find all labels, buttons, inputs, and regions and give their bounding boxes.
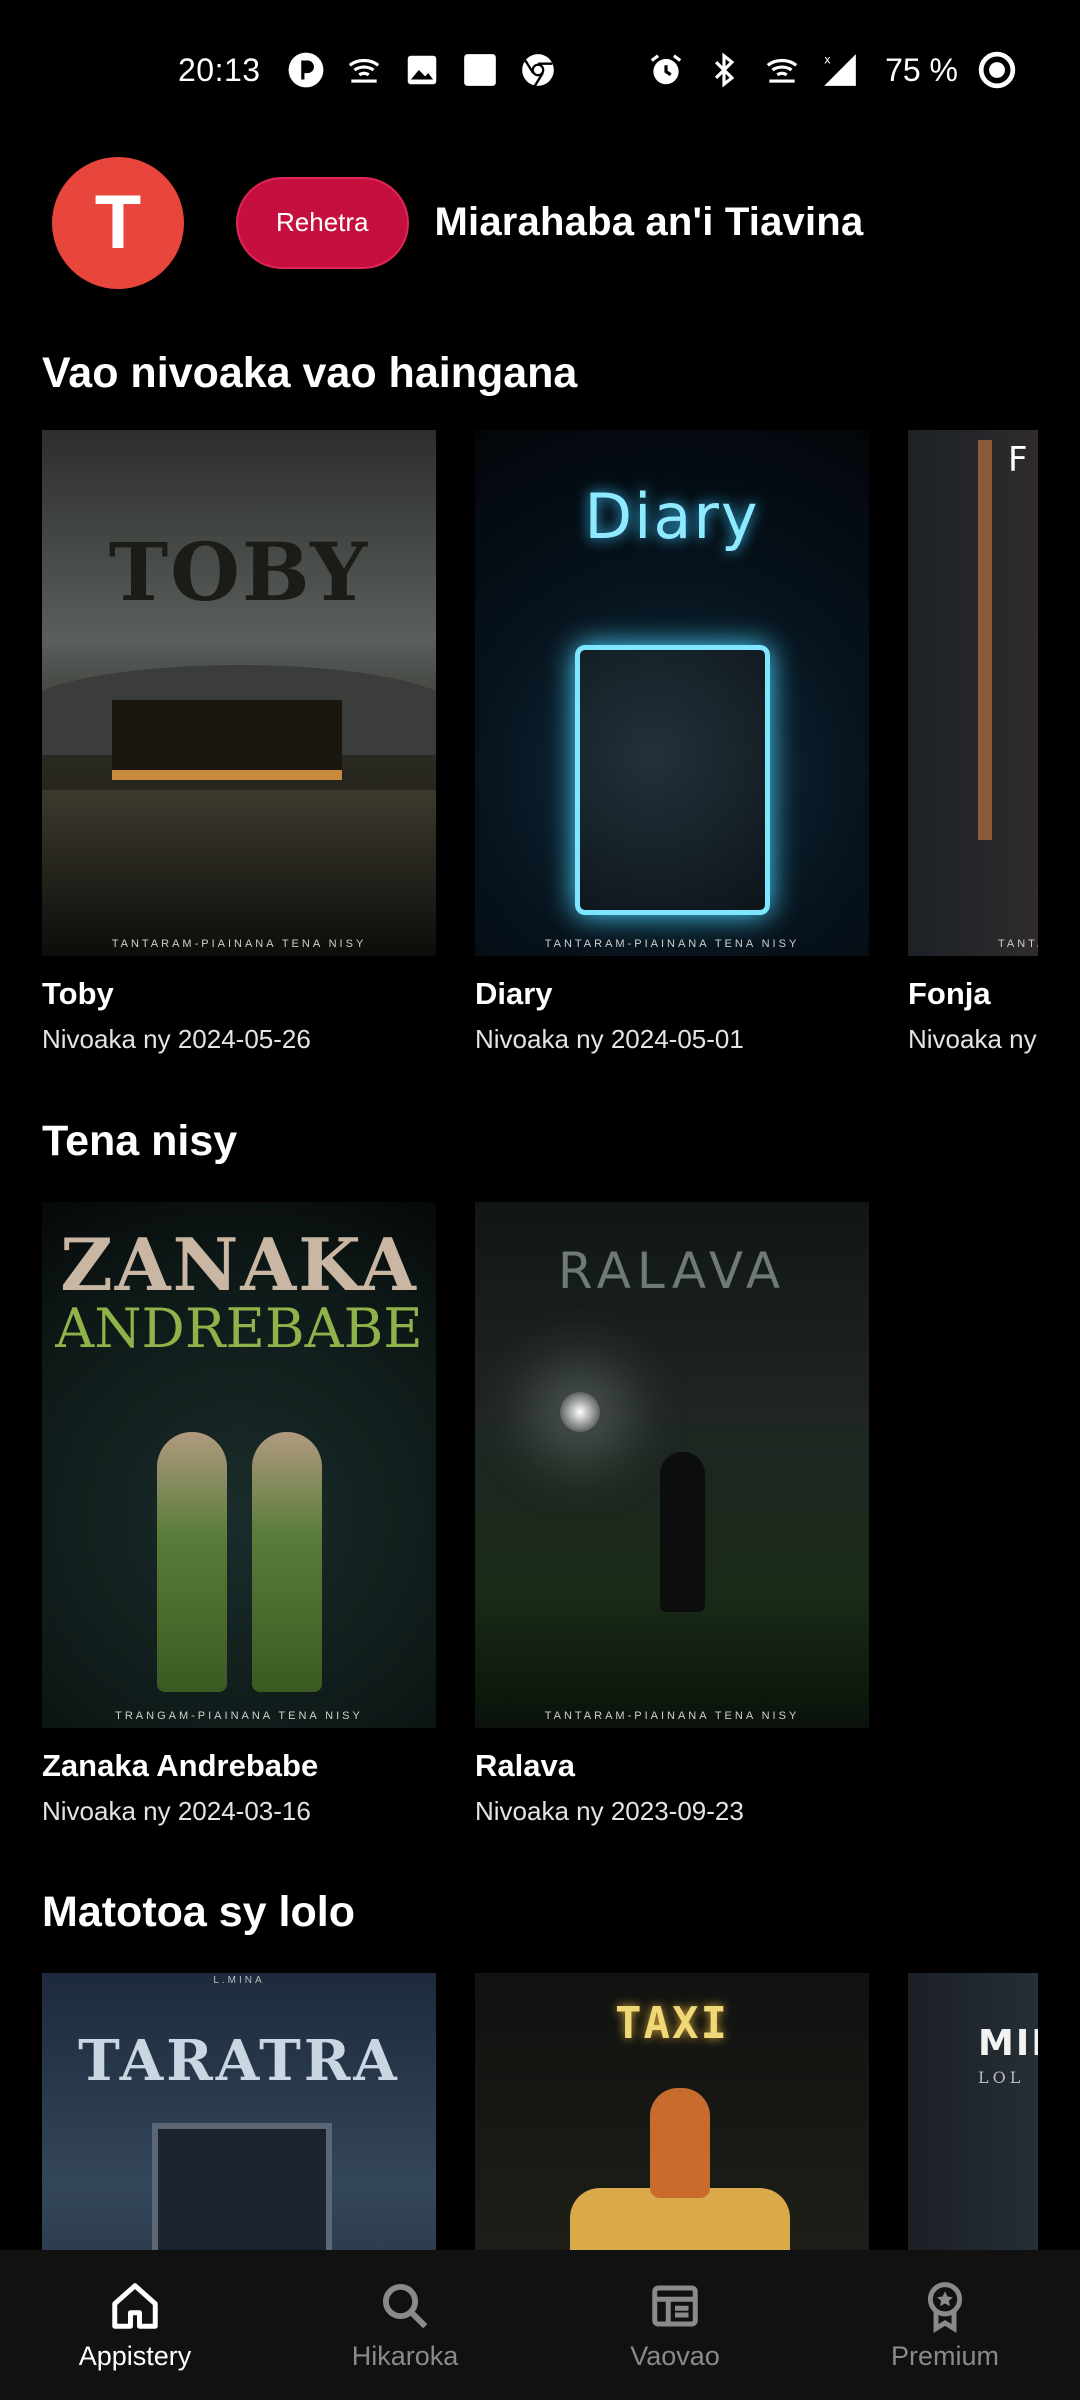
battery-ring-icon bbox=[978, 51, 1016, 89]
cover-subtitle-text: ANDREBABE bbox=[55, 1297, 423, 1360]
status-bar-right: x 75 % bbox=[647, 51, 1016, 89]
cover-imprint: TRANGAM-PIAINANA TENA NISY bbox=[115, 1710, 363, 1722]
book-carousel[interactable]: L.MINA TARATRA TAXI MIF LOL bbox=[42, 1973, 1038, 2255]
cover-author-mark: L.MINA bbox=[213, 1975, 265, 1986]
section-title: Vao nivoaka vao haingana bbox=[42, 349, 578, 397]
book-release-date: Nivoaka ny 2024-05- bbox=[908, 1024, 1038, 1054]
book-cover[interactable]: RALAVA TANTARAM-PIAINANA TENA NISY bbox=[475, 1202, 869, 1728]
cover-title-text: TARATRA bbox=[78, 2028, 400, 2094]
cover-title-text: RALAVA bbox=[557, 1242, 787, 1300]
book-cover[interactable]: F TANTA bbox=[908, 430, 1038, 956]
book-cover[interactable]: ZANAKA ANDREBABE TRANGAM-PIAINANA TENA N… bbox=[42, 1202, 436, 1728]
bottom-navigation: Appistery Hikaroka Vaovao Premium bbox=[0, 2250, 1080, 2400]
news-icon bbox=[652, 2285, 698, 2326]
cover-title-text: TAXI bbox=[615, 1998, 729, 2049]
cover-imprint: TANTARAM-PIAINANA TENA NISY bbox=[544, 938, 800, 950]
section-title: Matotoa sy lolo bbox=[42, 1888, 355, 1936]
notification-p-icon bbox=[287, 51, 325, 89]
app-screen: 20:13 x 75 % T Rehetra Miarahaba an'i Ti… bbox=[0, 0, 1080, 2400]
nav-item-premium[interactable]: Premium bbox=[810, 2250, 1080, 2400]
cover-imprint: TANTARAM-PIAINANA TENA NISY bbox=[111, 938, 367, 950]
nav-label: Vaovao bbox=[630, 2340, 720, 2371]
wifi-calling-icon bbox=[345, 51, 383, 89]
cover-title-text: Diary bbox=[584, 480, 760, 553]
status-time: 20:13 bbox=[178, 51, 261, 88]
square-app-icon bbox=[461, 51, 499, 89]
book-cover[interactable]: MIF LOL bbox=[908, 1973, 1038, 2255]
book-card-toby[interactable]: TOBY TANTARAM-PIAINANA TENA NISY Toby Ni… bbox=[42, 430, 436, 1055]
status-bar: 20:13 x 75 % bbox=[0, 0, 1080, 140]
nav-item-home[interactable]: Appistery bbox=[0, 2250, 270, 2400]
wifi-calling-icon-2 bbox=[763, 51, 801, 89]
book-cover[interactable]: L.MINA TARATRA bbox=[42, 1973, 436, 2255]
cover-title-text: MIF bbox=[978, 2023, 1038, 2064]
search-icon bbox=[382, 2283, 428, 2328]
chrome-icon bbox=[519, 51, 557, 89]
avatar[interactable]: T bbox=[52, 156, 184, 289]
status-bar-left: 20:13 bbox=[178, 51, 557, 89]
book-title: Diary bbox=[475, 976, 553, 1011]
alarm-icon bbox=[647, 51, 685, 89]
book-release-date: Nivoaka ny 2024-05-01 bbox=[475, 1024, 744, 1054]
cover-title-text: TOBY bbox=[108, 525, 370, 619]
nav-label: Hikaroka bbox=[351, 2340, 459, 2371]
nav-label: Premium bbox=[890, 2340, 999, 2371]
book-title: Fonja bbox=[908, 976, 991, 1011]
book-carousel[interactable]: ZANAKA ANDREBABE TRANGAM-PIAINANA TENA N… bbox=[42, 1202, 869, 1827]
image-icon bbox=[403, 51, 441, 89]
cover-imprint: TANTARAM-PIAINANA TENA NISY bbox=[544, 1710, 800, 1722]
book-card-ralava[interactable]: RALAVA TANTARAM-PIAINANA TENA NISY Ralav… bbox=[475, 1202, 869, 1827]
svg-text:x: x bbox=[824, 54, 831, 67]
cover-subtitle-text: LOL bbox=[978, 2068, 1025, 2087]
book-cover[interactable]: TOBY TANTARAM-PIAINANA TENA NISY bbox=[42, 430, 436, 956]
book-release-date: Nivoaka ny 2024-03-16 bbox=[42, 1796, 311, 1826]
book-cover[interactable]: Diary TANTARAM-PIAINANA TENA NISY bbox=[475, 430, 869, 956]
book-cover[interactable]: TAXI bbox=[475, 1973, 869, 2255]
cover-title-text: ZANAKA bbox=[60, 1222, 418, 1307]
signal-icon: x bbox=[821, 51, 859, 89]
nav-label: Appistery bbox=[78, 2340, 192, 2371]
book-card-diary[interactable]: Diary TANTARAM-PIAINANA TENA NISY Diary … bbox=[475, 430, 869, 1055]
greeting-text: Miarahaba an'i Tiavina bbox=[434, 200, 864, 244]
premium-badge-icon bbox=[927, 2281, 963, 2333]
book-card-taxi[interactable]: TAXI bbox=[475, 1973, 869, 2255]
book-title: Toby bbox=[42, 976, 114, 1011]
home-header: T Rehetra Miarahaba an'i Tiavina bbox=[52, 155, 1040, 290]
section-title: Tena nisy bbox=[42, 1117, 238, 1165]
all-filter-button[interactable]: Rehetra bbox=[236, 176, 409, 269]
book-card-miri[interactable]: MIF LOL bbox=[908, 1973, 1038, 2255]
cover-imprint: TANTA bbox=[998, 938, 1038, 950]
cover-title-text: F bbox=[1008, 440, 1030, 480]
battery-percent: 75 % bbox=[885, 51, 958, 88]
book-card-taratra[interactable]: L.MINA TARATRA bbox=[42, 1973, 436, 2255]
book-card-zanaka-andrebabe[interactable]: ZANAKA ANDREBABE TRANGAM-PIAINANA TENA N… bbox=[42, 1202, 436, 1827]
book-release-date: Nivoaka ny 2024-05-26 bbox=[42, 1024, 311, 1054]
nav-item-news[interactable]: Vaovao bbox=[540, 2250, 810, 2400]
home-icon bbox=[112, 2282, 158, 2329]
book-title: Ralava bbox=[475, 1748, 575, 1783]
book-release-date: Nivoaka ny 2023-09-23 bbox=[475, 1796, 744, 1826]
bluetooth-icon bbox=[705, 51, 743, 89]
book-card-fonja[interactable]: F TANTA Fonja Nivoaka ny 2024-05- bbox=[908, 430, 1038, 1055]
nav-item-search[interactable]: Hikaroka bbox=[270, 2250, 540, 2400]
book-carousel[interactable]: TOBY TANTARAM-PIAINANA TENA NISY Toby Ni… bbox=[42, 430, 1038, 1055]
book-title: Zanaka Andrebabe bbox=[42, 1748, 319, 1783]
